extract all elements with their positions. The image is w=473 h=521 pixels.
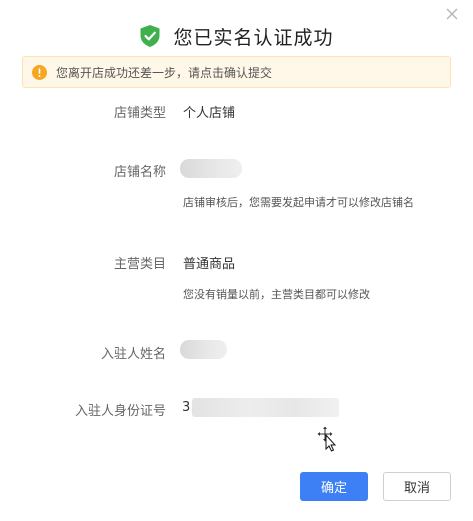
- shield-check-icon: [140, 25, 160, 47]
- warning-icon: [32, 64, 47, 80]
- main-category-hint: 您没有销量以前，主营类目都可以修改: [183, 288, 370, 301]
- settler-name-masked-value: [180, 340, 227, 359]
- settler-id-label: 入驻人身份证号: [74, 404, 166, 419]
- close-button[interactable]: [444, 6, 460, 22]
- dialog-header: 您已实名认证成功: [0, 22, 473, 50]
- notice-banner: 您离开店成功还差一步，请点击确认提交: [22, 56, 451, 88]
- dialog-title: 您已实名认证成功: [173, 26, 334, 49]
- close-icon: [446, 8, 458, 20]
- cancel-button[interactable]: 取消: [383, 472, 451, 501]
- realname-success-dialog: 您已实名认证成功 您离开店成功还差一步，请点击确认提交 店铺类型 个人店铺 店铺…: [0, 0, 473, 521]
- shop-name-hint: 店铺审核后，您需要发起申请才可以修改店铺名: [183, 196, 414, 209]
- move-cursor-icon: [317, 426, 337, 452]
- shop-name-label: 店铺名称: [113, 165, 166, 180]
- shop-name-masked-value: [180, 159, 242, 178]
- settler-name-label: 入驻人姓名: [100, 347, 166, 362]
- notice-text: 您离开店成功还差一步，请点击确认提交: [56, 65, 273, 80]
- shop-type-value: 个人店铺: [183, 106, 236, 121]
- main-category-label: 主营类目: [113, 257, 166, 272]
- settler-id-prefix: 3: [182, 400, 191, 415]
- main-category-value: 普通商品: [183, 257, 236, 272]
- confirm-button[interactable]: 确定: [300, 472, 368, 501]
- settler-id-masked-value: [192, 398, 339, 417]
- shop-type-label: 店铺类型: [113, 106, 166, 121]
